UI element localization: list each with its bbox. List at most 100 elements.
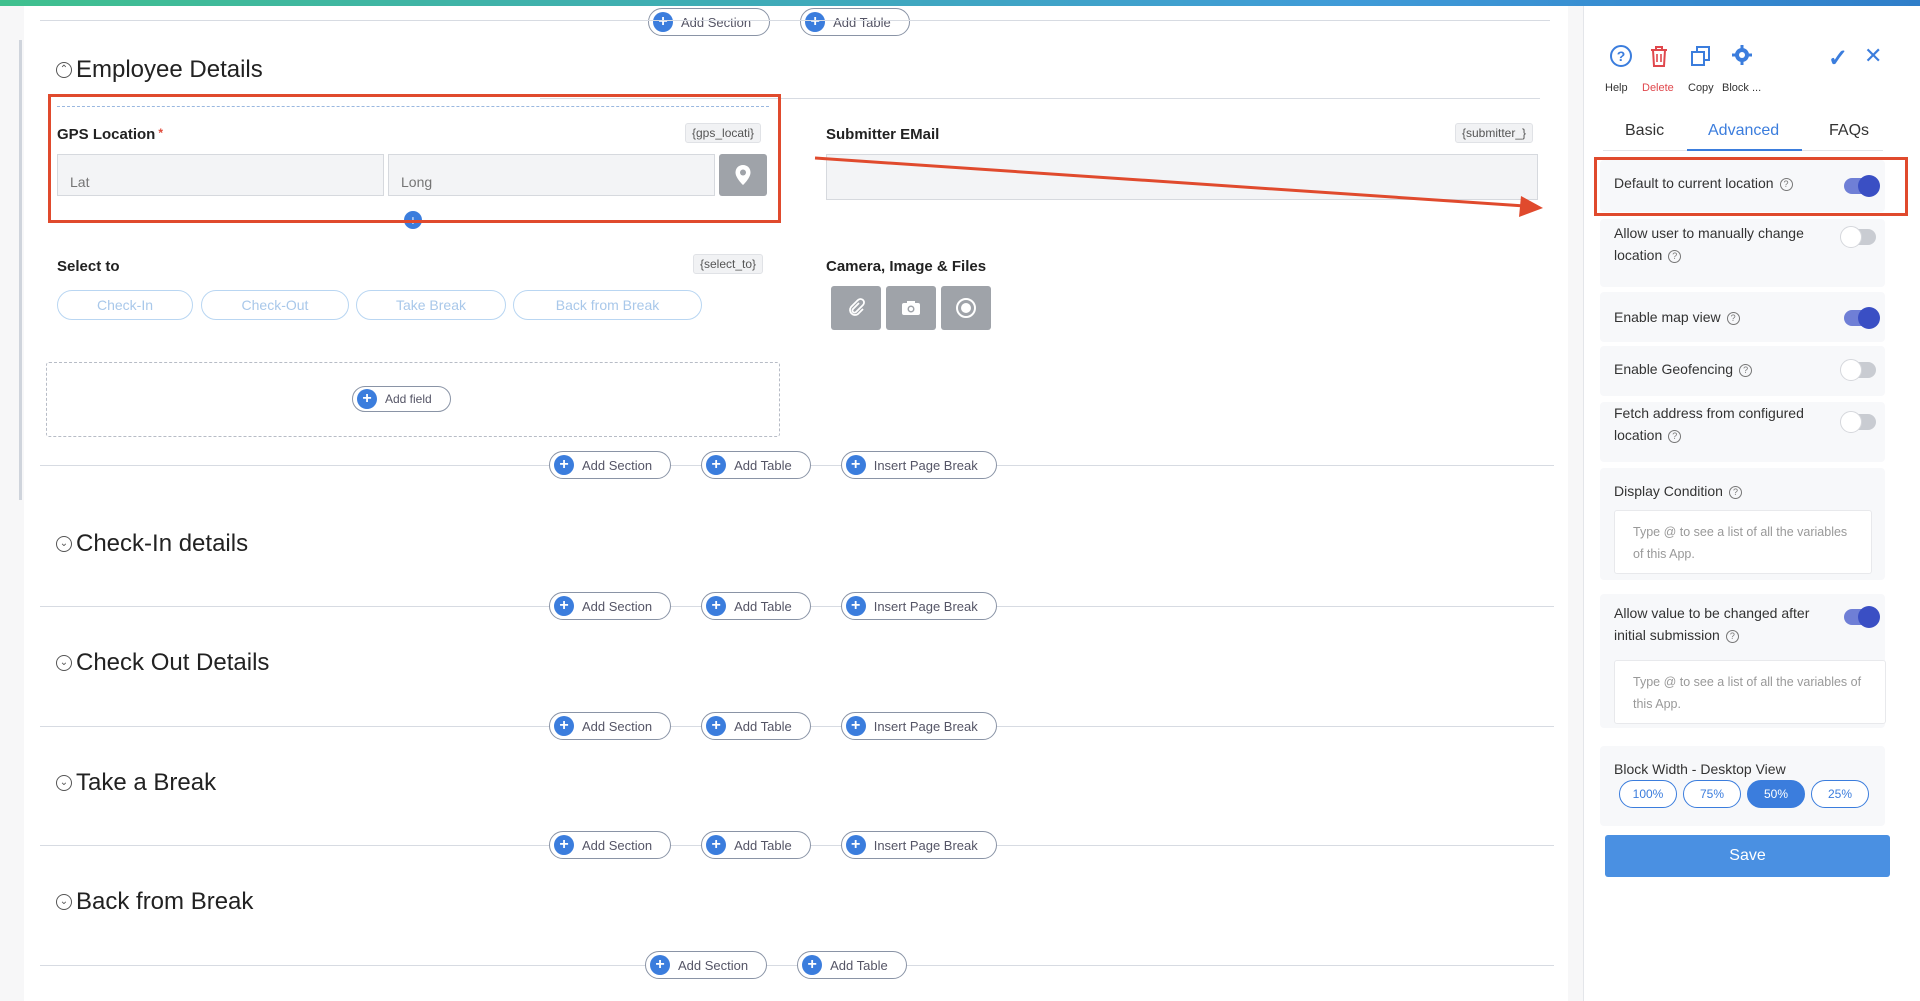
plus-icon: +: [357, 389, 377, 409]
setting-label: Allow user to manually change location?: [1614, 225, 1804, 263]
add-section-button[interactable]: + Add Section: [645, 951, 768, 979]
map-view-toggle[interactable]: [1844, 307, 1880, 329]
help-icon[interactable]: ?: [1609, 44, 1633, 74]
width-50-button[interactable]: 50%: [1747, 780, 1805, 808]
plus-icon: +: [845, 596, 866, 616]
section-title: Check-In details: [76, 530, 249, 557]
help-icon[interactable]: ?: [1668, 249, 1682, 263]
check-icon[interactable]: ✓: [1828, 44, 1848, 73]
annotation-highlight-toggle: [1594, 157, 1908, 216]
plus-icon: +: [706, 835, 727, 855]
add-table-button[interactable]: + Add Table: [701, 451, 811, 479]
allow-change-toggle[interactable]: [1844, 606, 1880, 628]
plus-icon: +: [554, 596, 574, 616]
option-take-break[interactable]: Take Break: [356, 290, 506, 320]
width-75-button[interactable]: 75%: [1683, 780, 1741, 808]
plus-icon: +: [706, 596, 727, 616]
add-row-4: + Add Section + Add Table + Insert Page Bre…: [549, 831, 997, 859]
setting-label: Enable Geofencing?: [1614, 358, 1753, 380]
section-title: Check Out Details: [76, 649, 270, 676]
section-check-out-details[interactable]: ⌄ Check Out Details: [56, 649, 269, 677]
setting-label: Enable map view?: [1614, 306, 1740, 328]
add-section-button[interactable]: + Add Section: [549, 451, 672, 479]
add-field-button[interactable]: + Add field: [352, 386, 451, 412]
option-check-out[interactable]: Check-Out: [201, 290, 349, 320]
expand-icon[interactable]: ⌄: [56, 536, 72, 552]
record-icon[interactable]: [941, 286, 991, 330]
plus-icon: +: [706, 455, 727, 475]
camera-label: Camera, Image & Files: [826, 258, 987, 275]
add-row-3: + Add Section + Add Table + Insert Page Bre…: [549, 712, 997, 740]
section-title: Take a Break: [76, 769, 217, 796]
width-25-button[interactable]: 25%: [1811, 780, 1869, 808]
help-icon[interactable]: ?: [1725, 629, 1739, 643]
copy-label: Copy: [1688, 82, 1714, 94]
help-label: Help: [1605, 82, 1628, 94]
paperclip-icon[interactable]: [831, 286, 881, 330]
add-section-button[interactable]: + Add Section: [549, 592, 672, 620]
setting-fetch-address: Fetch address from configured location?: [1600, 402, 1885, 462]
select-to-variable-tag: {select_to}: [693, 254, 764, 274]
plus-icon: +: [650, 955, 670, 975]
active-tab-indicator: [1687, 149, 1802, 151]
display-condition-label: Display Condition?: [1614, 480, 1742, 502]
help-icon[interactable]: ?: [1739, 363, 1753, 377]
insert-page-break-button[interactable]: + Insert Page Break: [840, 712, 997, 740]
tab-faqs[interactable]: FAQs: [1829, 122, 1869, 140]
plus-icon: +: [554, 455, 574, 475]
add-row-5: + Add Section + Add Table: [645, 951, 907, 979]
setting-geofencing: Enable Geofencing?: [1600, 346, 1885, 396]
help-icon[interactable]: ?: [1668, 429, 1682, 443]
camera-icon[interactable]: [886, 286, 936, 330]
copy-icon[interactable]: [1690, 44, 1712, 74]
display-condition-input[interactable]: Type @ to see a list of all the variable…: [1614, 510, 1872, 574]
add-table-button[interactable]: + Add Table: [797, 951, 907, 979]
section-back-from-break[interactable]: ⌄ Back from Break: [56, 888, 253, 916]
section-check-in-details[interactable]: ⌄ Check-In details: [56, 530, 248, 558]
svg-text:?: ?: [1617, 48, 1626, 64]
insert-page-break-button[interactable]: + Insert Page Break: [840, 592, 997, 620]
expand-icon[interactable]: ⌄: [56, 655, 72, 671]
add-table-button[interactable]: + Add Table: [701, 712, 811, 740]
plus-icon: +: [802, 955, 823, 975]
expand-icon[interactable]: ⌄: [56, 775, 72, 791]
allow-change-condition-input[interactable]: Type @ to see a list of all the variable…: [1614, 660, 1886, 724]
plus-icon: +: [554, 835, 574, 855]
insert-page-break-button[interactable]: + Insert Page Break: [840, 451, 997, 479]
close-icon[interactable]: ✕: [1864, 43, 1882, 69]
add-row-1: + Add Section + Add Table + Insert Page Bre…: [549, 451, 997, 479]
block-label: Block ...: [1722, 82, 1762, 94]
setting-label: Allow value to be changed after initial …: [1614, 605, 1810, 643]
expand-icon[interactable]: ⌄: [56, 894, 72, 910]
plus-icon: +: [554, 716, 574, 736]
geofencing-toggle[interactable]: [1840, 359, 1876, 381]
trash-icon[interactable]: [1648, 44, 1670, 74]
add-section-button[interactable]: + Add Section: [549, 712, 672, 740]
add-section-button[interactable]: + Add Section: [549, 831, 672, 859]
tab-basic[interactable]: Basic: [1625, 122, 1664, 140]
width-100-button[interactable]: 100%: [1619, 780, 1677, 808]
manual-change-toggle[interactable]: [1840, 226, 1876, 248]
select-to-label: Select to: [57, 258, 120, 275]
gear-icon[interactable]: [1731, 44, 1753, 72]
help-icon[interactable]: ?: [1726, 311, 1740, 325]
help-icon[interactable]: ?: [1728, 485, 1742, 499]
save-button[interactable]: Save: [1605, 835, 1890, 877]
tab-advanced[interactable]: Advanced: [1708, 122, 1779, 140]
block-width-label: Block Width - Desktop View: [1614, 761, 1786, 777]
add-table-button[interactable]: + Add Table: [701, 592, 811, 620]
display-condition-card: Display Condition? Type @ to see a list …: [1600, 468, 1885, 580]
section-title: Back from Break: [76, 888, 254, 915]
plus-icon: +: [845, 716, 866, 736]
plus-icon: +: [706, 716, 727, 736]
fetch-address-toggle[interactable]: [1840, 411, 1876, 433]
setting-label: Fetch address from configured location?: [1614, 405, 1804, 443]
setting-map-view: Enable map view?: [1600, 292, 1885, 342]
add-table-button[interactable]: + Add Table: [701, 831, 811, 859]
section-take-a-break[interactable]: ⌄ Take a Break: [56, 769, 216, 797]
option-back-from-break[interactable]: Back from Break: [513, 290, 702, 320]
option-check-in[interactable]: Check-In: [57, 290, 193, 320]
insert-page-break-button[interactable]: + Insert Page Break: [840, 831, 997, 859]
plus-icon: +: [845, 455, 866, 475]
add-row-2: + Add Section + Add Table + Insert Page Bre…: [549, 592, 997, 620]
